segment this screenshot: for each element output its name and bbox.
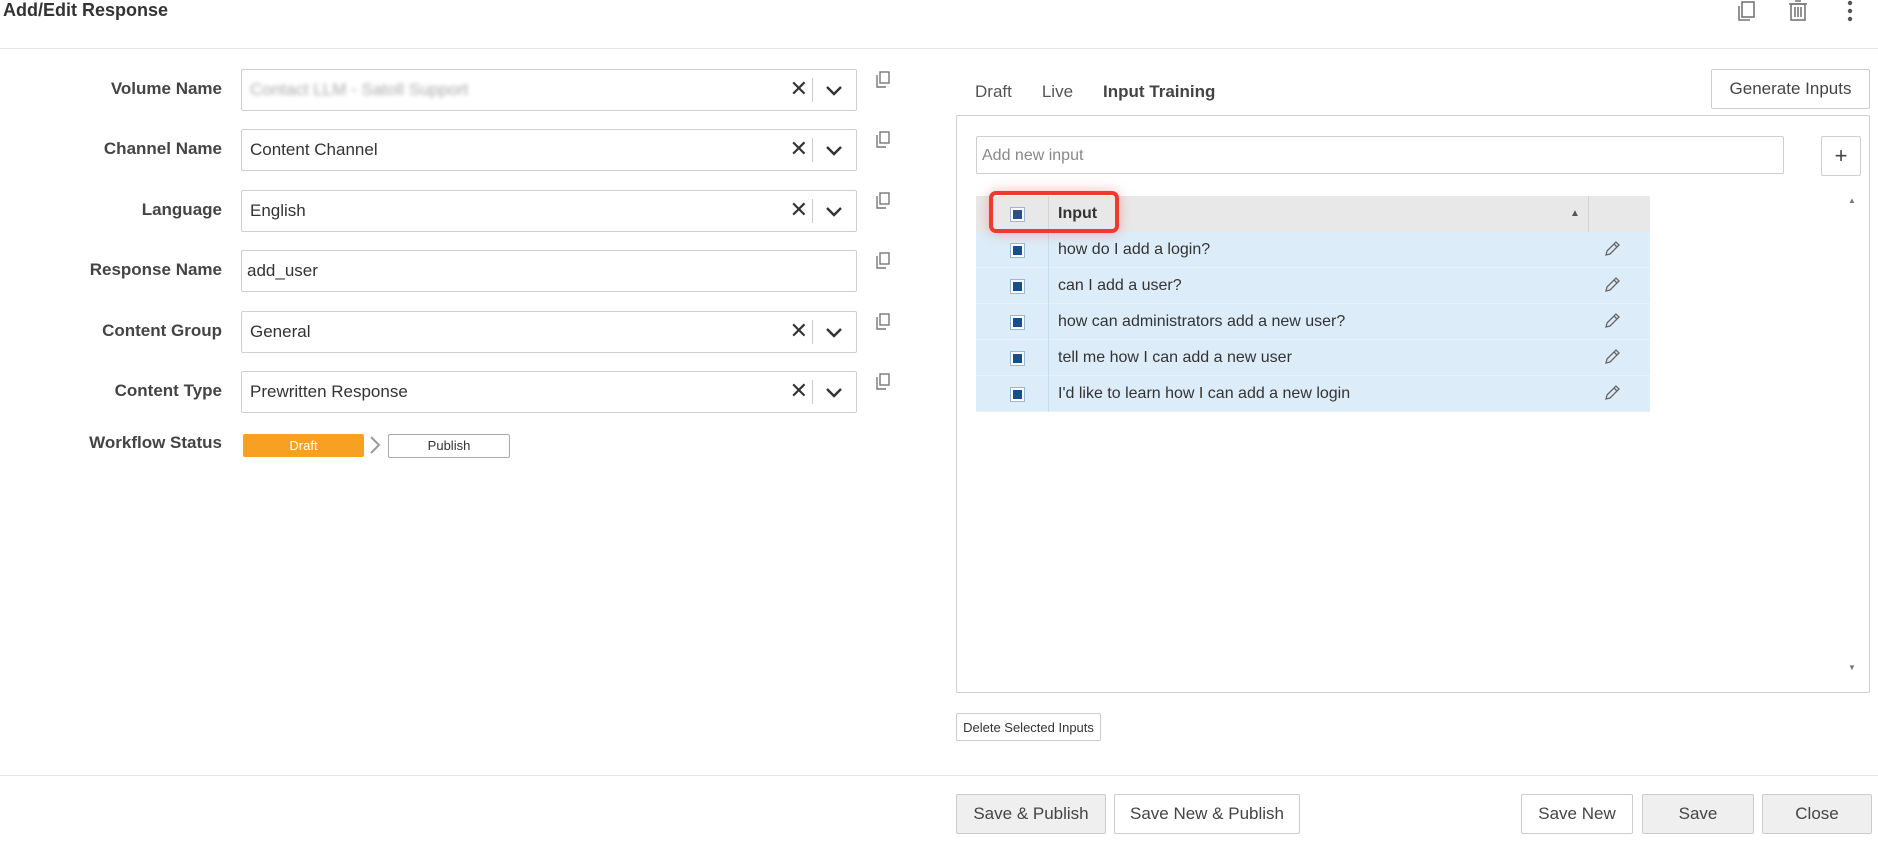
- workflow-publish-step[interactable]: Publish: [388, 434, 510, 458]
- clear-icon[interactable]: ✕: [790, 136, 808, 162]
- row-checkbox[interactable]: [1010, 279, 1025, 294]
- divider: [812, 78, 813, 102]
- chevron-down-icon[interactable]: [824, 80, 844, 100]
- copy-icon[interactable]: [875, 192, 891, 210]
- content-group-label: Content Group: [102, 321, 222, 340]
- add-input-field[interactable]: Add new input: [976, 136, 1784, 174]
- table-row[interactable]: I'd like to learn how I can add a new lo…: [976, 376, 1650, 412]
- scroll-up-icon[interactable]: ▲: [1848, 196, 1856, 205]
- channel-name-label: Channel Name: [103, 139, 222, 158]
- divider: [1048, 232, 1049, 268]
- workflow-draft-step[interactable]: Draft: [243, 434, 364, 457]
- pencil-icon[interactable]: [1602, 239, 1622, 259]
- copy-icon[interactable]: [875, 131, 891, 149]
- divider: [1048, 304, 1049, 340]
- language-value: English: [250, 201, 306, 220]
- volume-name-select[interactable]: Contact LLM - Satoll Support ✕: [241, 69, 857, 111]
- divider: [1048, 268, 1049, 304]
- inputs-grid: Input ▲ how do I add a login? can I add …: [976, 196, 1650, 412]
- pencil-icon[interactable]: [1602, 275, 1622, 295]
- tab-live[interactable]: Live: [1042, 82, 1073, 102]
- save-new-button[interactable]: Save New: [1521, 794, 1633, 834]
- chevron-down-icon[interactable]: [824, 382, 844, 402]
- content-type-select[interactable]: Prewritten Response ✕: [241, 371, 857, 413]
- language-label: Language: [141, 200, 222, 219]
- save-publish-button[interactable]: Save & Publish: [956, 794, 1106, 834]
- close-button[interactable]: Close: [1762, 794, 1872, 834]
- pencil-icon[interactable]: [1602, 347, 1622, 367]
- divider: [1048, 376, 1049, 412]
- divider: [812, 199, 813, 223]
- content-group-select[interactable]: General ✕: [241, 311, 857, 353]
- content-group-value: General: [250, 322, 311, 341]
- sort-asc-icon[interactable]: ▲: [1570, 208, 1580, 219]
- chevron-right-icon: [370, 436, 381, 454]
- chevron-down-icon[interactable]: [824, 322, 844, 342]
- copy-icon[interactable]: [875, 252, 891, 270]
- divider: [812, 138, 813, 162]
- input-text: tell me how I can add a new user: [1058, 349, 1292, 366]
- grid-scrollbar[interactable]: ▲ ▼: [1848, 196, 1858, 672]
- select-all-cell: [976, 196, 1048, 232]
- divider: [1588, 196, 1589, 232]
- table-row[interactable]: how can administrators add a new user?: [976, 304, 1650, 340]
- copy-icon[interactable]: [875, 71, 891, 89]
- window-title: Add/Edit Response: [3, 0, 169, 20]
- divider: [812, 320, 813, 344]
- tab-input-training[interactable]: Input Training: [1103, 82, 1215, 102]
- row-checkbox[interactable]: [1010, 387, 1025, 402]
- generate-inputs-button[interactable]: Generate Inputs: [1711, 69, 1870, 109]
- input-text: how do I add a login?: [1058, 241, 1211, 258]
- scroll-down-icon[interactable]: ▼: [1848, 663, 1856, 672]
- chevron-down-icon[interactable]: [824, 140, 844, 160]
- table-row[interactable]: can I add a user?: [976, 268, 1650, 304]
- table-row[interactable]: tell me how I can add a new user: [976, 340, 1650, 376]
- select-all-checkbox[interactable]: [1010, 207, 1025, 222]
- copy-icon[interactable]: [875, 373, 891, 391]
- volume-name-label: Volume Name: [110, 79, 222, 98]
- input-text: how can administrators add a new user?: [1058, 313, 1346, 330]
- header-divider: [0, 48, 1878, 49]
- volume-name-value: Contact LLM - Satoll Support: [250, 80, 469, 99]
- response-name-input[interactable]: add_user: [241, 250, 857, 292]
- pencil-icon[interactable]: [1602, 311, 1622, 331]
- tab-draft[interactable]: Draft: [975, 82, 1012, 102]
- input-text: can I add a user?: [1058, 277, 1182, 294]
- trash-icon[interactable]: [1784, 0, 1812, 22]
- workflow-status-label: Workflow Status: [89, 433, 222, 452]
- grid-header: Input ▲: [976, 196, 1650, 232]
- channel-name-select[interactable]: Content Channel ✕: [241, 129, 857, 171]
- header-toolbar: [1732, 0, 1864, 22]
- clear-icon[interactable]: ✕: [790, 378, 808, 404]
- divider: [1048, 340, 1049, 376]
- delete-selected-inputs-button[interactable]: Delete Selected Inputs: [956, 713, 1101, 741]
- more-vertical-icon[interactable]: [1836, 0, 1864, 22]
- input-column-header[interactable]: Input: [1058, 205, 1097, 223]
- clear-icon[interactable]: ✕: [790, 318, 808, 344]
- content-type-value: Prewritten Response: [250, 382, 408, 401]
- copy-icon[interactable]: [1732, 0, 1760, 22]
- save-new-publish-button[interactable]: Save New & Publish: [1114, 794, 1300, 834]
- clear-icon[interactable]: ✕: [790, 76, 808, 102]
- content-type-label: Content Type: [114, 381, 222, 400]
- language-select[interactable]: English ✕: [241, 190, 857, 232]
- divider: [812, 380, 813, 404]
- footer-divider: [0, 775, 1878, 776]
- row-checkbox[interactable]: [1010, 351, 1025, 366]
- add-input-button[interactable]: +: [1821, 136, 1861, 176]
- channel-name-value: Content Channel: [250, 140, 378, 159]
- divider: [1048, 196, 1049, 232]
- table-row[interactable]: how do I add a login?: [976, 232, 1650, 268]
- row-checkbox[interactable]: [1010, 315, 1025, 330]
- tab-bar: Draft Live Input Training: [975, 82, 1215, 102]
- response-name-value: add_user: [247, 261, 318, 280]
- copy-icon[interactable]: [875, 313, 891, 331]
- clear-icon[interactable]: ✕: [790, 197, 808, 223]
- response-name-label: Response Name: [89, 260, 222, 279]
- pencil-icon[interactable]: [1602, 383, 1622, 403]
- save-button[interactable]: Save: [1642, 794, 1754, 834]
- chevron-down-icon[interactable]: [824, 201, 844, 221]
- input-text: I'd like to learn how I can add a new lo…: [1058, 385, 1351, 402]
- row-checkbox[interactable]: [1010, 243, 1025, 258]
